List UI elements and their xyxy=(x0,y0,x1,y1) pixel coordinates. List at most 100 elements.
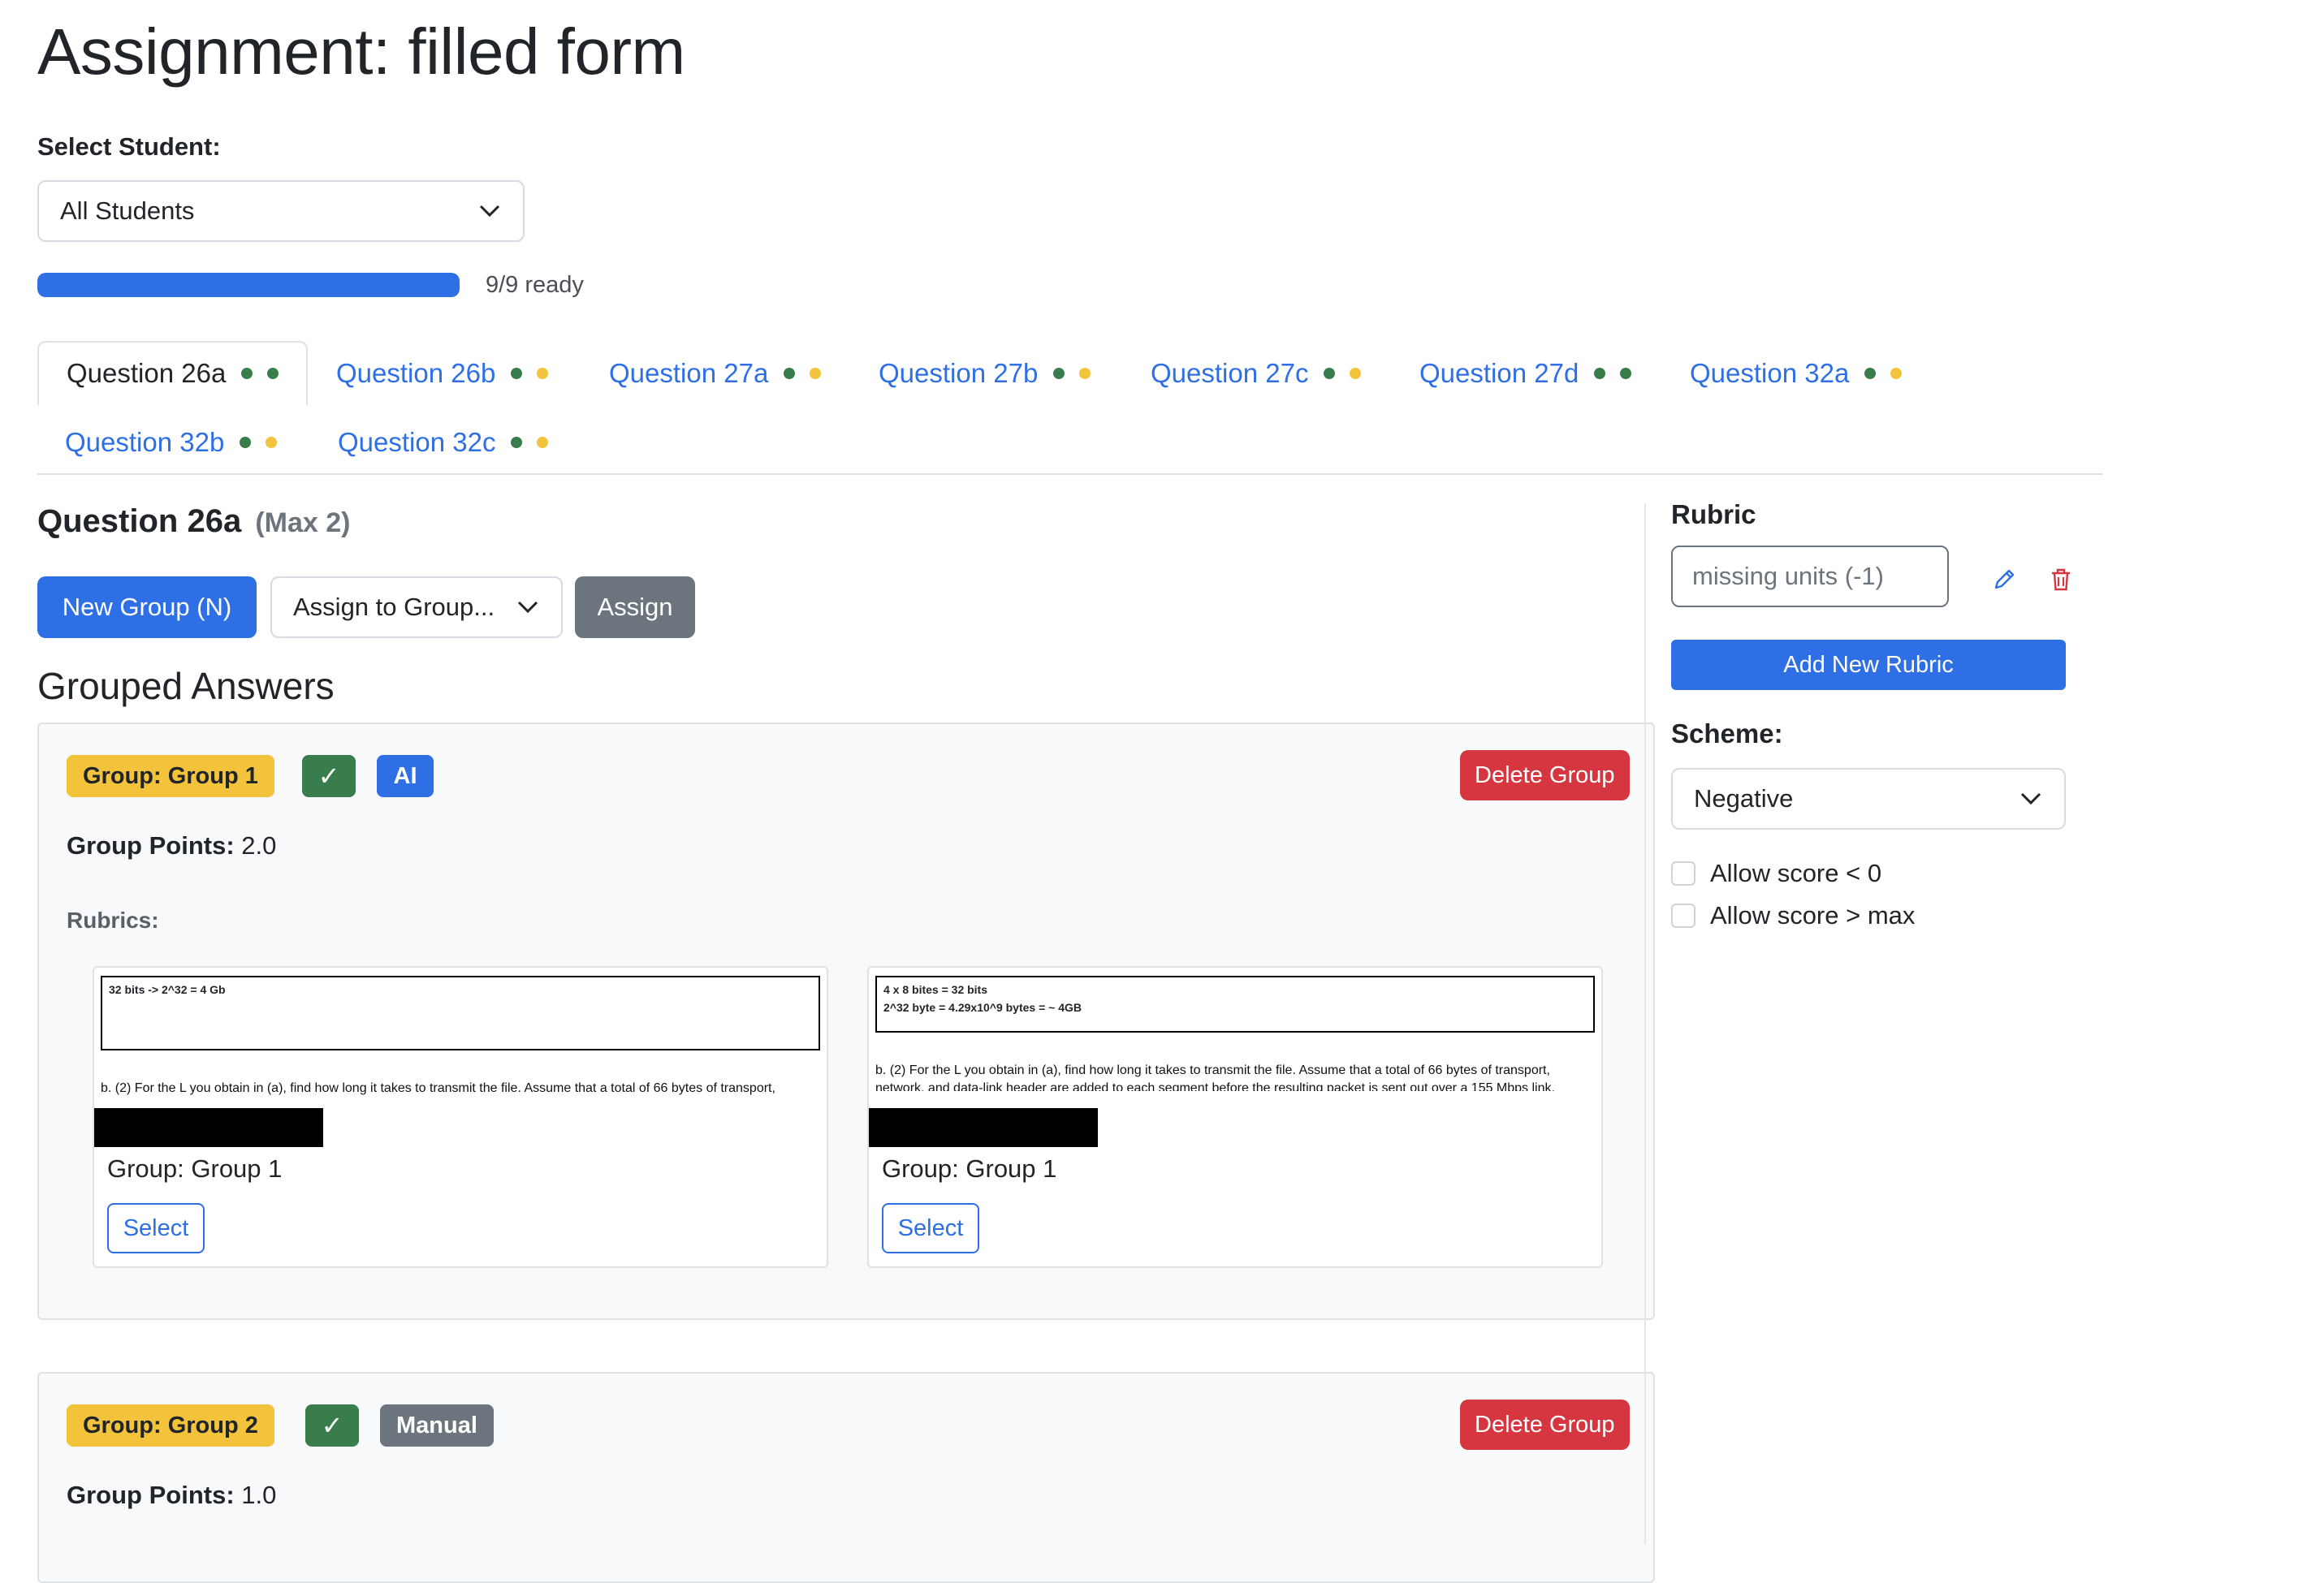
manual-badge: Manual xyxy=(380,1404,494,1447)
status-dot xyxy=(1350,368,1362,379)
status-dot xyxy=(784,368,796,379)
tab-question-26a[interactable]: Question 26a xyxy=(37,341,309,406)
tab-question-32c[interactable]: Question 32c xyxy=(310,410,576,475)
scanned-question-text: b. (2) For the L you obtain in (a), find… xyxy=(875,1063,1550,1077)
tab-label: Question 27c xyxy=(1151,358,1309,388)
select-button[interactable]: Select xyxy=(882,1203,979,1253)
progress-text: 9/9 ready xyxy=(486,272,584,298)
tab-question-32b[interactable]: Question 32b xyxy=(37,410,305,475)
assign-button[interactable]: Assign xyxy=(575,576,695,638)
allow-above-max-checkbox[interactable] xyxy=(1671,904,1695,928)
status-dot xyxy=(511,437,523,448)
group-badge: Group: Group 1 xyxy=(67,755,274,797)
pencil-icon[interactable] xyxy=(1988,563,2020,596)
group-points: Group Points: 1.0 xyxy=(67,1481,276,1510)
status-dot xyxy=(1053,368,1065,379)
status-dot xyxy=(1594,368,1606,379)
tab-question-32a[interactable]: Question 32a xyxy=(1662,341,1929,406)
tab-label: Question 26a xyxy=(67,358,227,388)
delete-group-button[interactable]: Delete Group xyxy=(1460,750,1630,800)
scanned-answer-box: 4 x 8 bites = 32 bits 2^32 byte = 4.29x1… xyxy=(875,976,1595,1033)
scanned-question-text-2: network, and data-link header are added … xyxy=(875,1081,1555,1091)
ai-badge: AI xyxy=(377,755,434,797)
group-points-label: Group Points: xyxy=(67,831,235,860)
answer-card: 32 bits -> 2^32 = 4 Gb b. (2) For the L … xyxy=(93,966,828,1268)
tab-label: Question 32a xyxy=(1690,358,1850,388)
status-dot xyxy=(810,368,822,379)
tab-question-27b[interactable]: Question 27b xyxy=(851,341,1118,406)
status-dot xyxy=(266,437,278,448)
select-student-label: Select Student: xyxy=(37,132,221,161)
question-max: (Max 2) xyxy=(255,507,351,538)
status-dot xyxy=(537,368,549,379)
question-heading: Question 26a (Max 2) xyxy=(37,503,350,540)
tab-question-27d[interactable]: Question 27d xyxy=(1392,341,1659,406)
student-select-value: All Students xyxy=(60,196,195,225)
check-badge: ✓ xyxy=(302,755,356,797)
trash-icon[interactable] xyxy=(2045,563,2077,596)
rubric-label: Rubric xyxy=(1671,499,1756,529)
status-dot xyxy=(241,368,253,379)
student-select[interactable]: All Students xyxy=(37,180,525,242)
question-title: Question 26a xyxy=(37,503,242,539)
chevron-down-icon xyxy=(517,601,538,614)
group-badge: Group: Group 2 xyxy=(67,1404,274,1447)
delete-group-button[interactable]: Delete Group xyxy=(1460,1400,1630,1450)
tab-label: Question 27d xyxy=(1419,358,1579,388)
group-card: Group: Group 1 ✓ AI Delete Group Group P… xyxy=(37,722,1655,1320)
group-card: Group: Group 2 ✓ Manual Delete Group Gro… xyxy=(37,1372,1655,1583)
scheme-select[interactable]: Negative xyxy=(1671,768,2066,830)
add-new-rubric-button[interactable]: Add New Rubric xyxy=(1671,640,2066,690)
chevron-down-icon xyxy=(2020,792,2041,805)
progress-fill xyxy=(37,273,460,297)
tab-label: Question 32c xyxy=(338,427,496,457)
chevron-down-icon xyxy=(479,205,500,218)
tab-question-27c[interactable]: Question 27c xyxy=(1123,341,1389,406)
status-dot xyxy=(1864,368,1877,379)
allow-above-max-row[interactable]: Allow score > max xyxy=(1671,901,1915,930)
group-points-value: 2.0 xyxy=(241,831,277,860)
question-tabs: Question 26a Question 26b Question 27a Q… xyxy=(37,341,2103,475)
allow-below-zero-checkbox[interactable] xyxy=(1671,861,1695,886)
answer-card: 4 x 8 bites = 32 bits 2^32 byte = 4.29x1… xyxy=(867,966,1603,1268)
new-group-button[interactable]: New Group (N) xyxy=(37,576,257,638)
tab-label: Question 27b xyxy=(879,358,1039,388)
status-dot xyxy=(537,437,549,448)
assign-to-group-select[interactable]: Assign to Group... xyxy=(270,576,563,638)
progress-bar xyxy=(37,273,460,297)
scheme-label: Scheme: xyxy=(1671,718,1783,748)
tab-label: Question 27a xyxy=(609,358,769,388)
redaction-bar xyxy=(94,1108,323,1147)
check-badge: ✓ xyxy=(305,1404,359,1447)
group-points: Group Points: 2.0 xyxy=(67,831,276,861)
status-dot xyxy=(511,368,523,379)
tab-label: Question 32b xyxy=(65,427,225,457)
sidebar-divider xyxy=(1644,503,1646,1544)
tab-question-26b[interactable]: Question 26b xyxy=(309,341,576,406)
rubrics-label: Rubrics: xyxy=(67,908,159,933)
allow-above-max-label: Allow score > max xyxy=(1710,901,1916,930)
redaction-bar xyxy=(869,1108,1098,1147)
select-button[interactable]: Select xyxy=(107,1203,205,1253)
answer-group-label: Group: Group 1 xyxy=(882,1154,1057,1183)
status-dot xyxy=(240,437,252,448)
tab-label: Question 26b xyxy=(336,358,496,388)
status-dot xyxy=(1324,368,1336,379)
status-dot xyxy=(1079,368,1091,379)
answer-group-label: Group: Group 1 xyxy=(107,1154,283,1183)
group-points-label: Group Points: xyxy=(67,1481,235,1509)
scanned-question-text: b. (2) For the L you obtain in (a), find… xyxy=(101,1081,775,1095)
rubric-input[interactable]: missing units (-1) xyxy=(1671,546,1949,607)
allow-below-zero-row[interactable]: Allow score < 0 xyxy=(1671,859,1881,888)
assign-to-group-value: Assign to Group... xyxy=(293,593,495,621)
allow-below-zero-label: Allow score < 0 xyxy=(1710,859,1882,887)
status-dot xyxy=(1890,368,1903,379)
status-dot xyxy=(267,368,279,379)
status-dot xyxy=(1620,368,1632,379)
group-points-value: 1.0 xyxy=(241,1481,277,1509)
scanned-answer-box: 32 bits -> 2^32 = 4 Gb xyxy=(101,976,820,1050)
scheme-select-value: Negative xyxy=(1694,784,1794,813)
page-title: Assignment: filled form xyxy=(37,15,685,88)
tab-question-27a[interactable]: Question 27a xyxy=(581,341,849,406)
grouped-answers-heading: Grouped Answers xyxy=(37,665,335,707)
